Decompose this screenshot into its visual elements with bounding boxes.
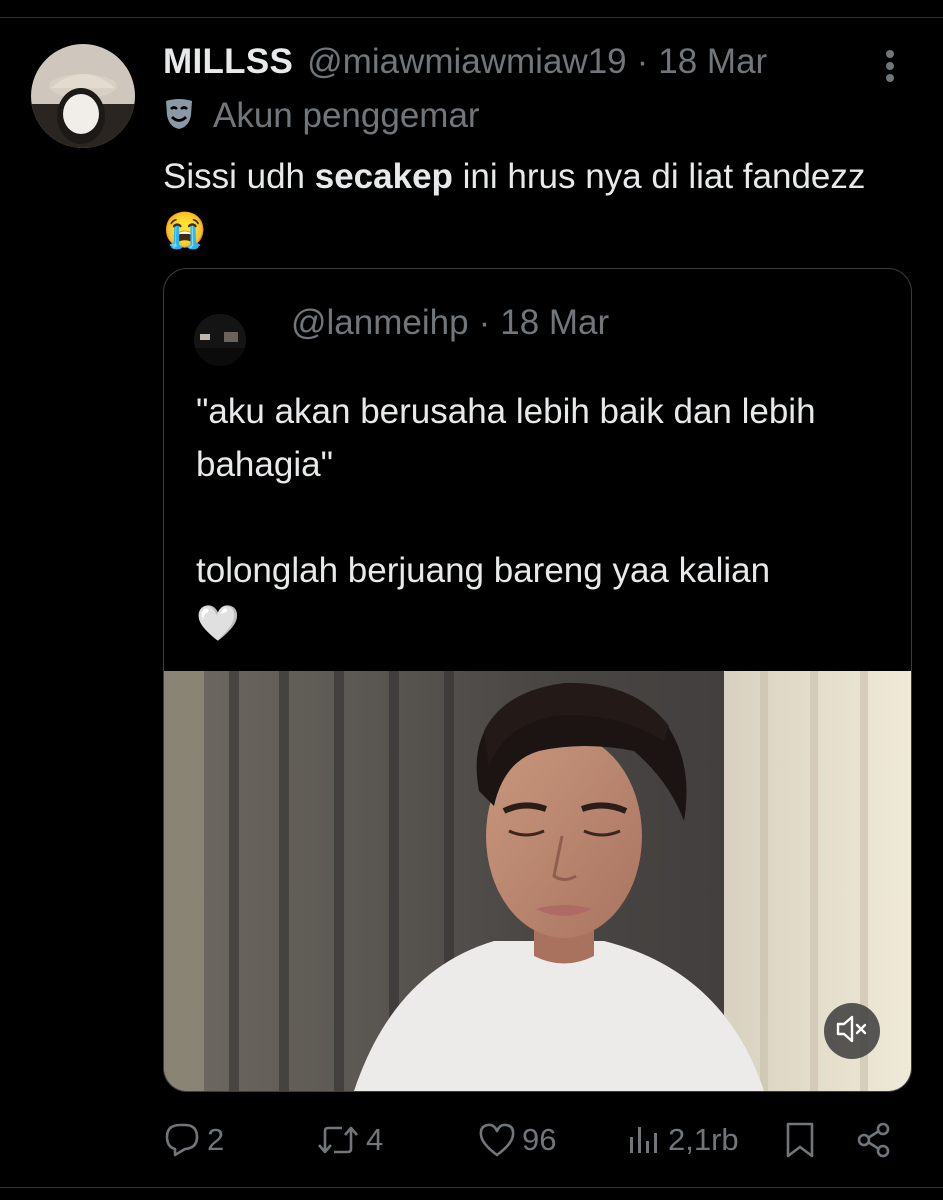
quoted-separator: · bbox=[478, 303, 491, 342]
quoted-tweet[interactable]: @lanmeihp · 18 Mar "aku akan berusaha le… bbox=[163, 268, 912, 1092]
author-handle[interactable]: @miawmiawmiaw19 bbox=[307, 42, 626, 82]
reply-count: 2 bbox=[207, 1122, 225, 1157]
top-divider bbox=[0, 17, 943, 18]
like-count: 96 bbox=[522, 1122, 557, 1157]
mute-button[interactable] bbox=[824, 1003, 880, 1059]
crying-emoji: 😭 bbox=[163, 211, 207, 250]
theater-mask-icon bbox=[163, 97, 195, 135]
quoted-text: "aku akan berusaha lebih baik dan lebih … bbox=[196, 385, 886, 650]
action-bar: 2 4 96 2,1rb bbox=[0, 1115, 943, 1165]
bottom-divider bbox=[0, 1187, 943, 1188]
views-icon bbox=[626, 1123, 662, 1157]
reply-icon bbox=[163, 1121, 201, 1159]
tweet-date[interactable]: 18 Mar bbox=[658, 42, 767, 82]
quoted-date[interactable]: 18 Mar bbox=[500, 303, 609, 343]
tweet-text: Sissi udh secakep ini hrus nya di liat f… bbox=[163, 150, 883, 258]
quoted-video[interactable] bbox=[164, 671, 911, 1091]
account-label: Akun penggemar bbox=[163, 96, 480, 136]
repost-icon bbox=[316, 1121, 360, 1159]
views-count: 2,1rb bbox=[668, 1122, 739, 1157]
quoted-author-avatar[interactable] bbox=[194, 314, 246, 366]
like-button[interactable]: 96 bbox=[478, 1115, 556, 1165]
views-button[interactable]: 2,1rb bbox=[626, 1115, 739, 1165]
bookmark-icon bbox=[784, 1121, 816, 1159]
bookmark-button[interactable] bbox=[784, 1115, 816, 1165]
account-label-text: Akun penggemar bbox=[213, 96, 480, 135]
quoted-text-line2-text: tolonglah berjuang bareng yaa kalian bbox=[196, 551, 771, 590]
reply-button[interactable]: 2 bbox=[163, 1115, 224, 1165]
speaker-muted-icon bbox=[835, 1014, 869, 1048]
share-icon bbox=[856, 1121, 892, 1159]
tweet-text-part1: Sissi udh bbox=[163, 157, 315, 196]
more-vertical-icon[interactable] bbox=[878, 46, 902, 86]
quoted-header: @lanmeihp · 18 Mar bbox=[291, 303, 609, 343]
tweet-text-part2: ini hrus nya di liat fandezz bbox=[452, 157, 866, 196]
quoted-text-line2: tolonglah berjuang bareng yaa kalian 🤍 bbox=[196, 544, 886, 650]
tweet-header: MILLSS @miawmiawmiaw19 · 18 Mar bbox=[163, 40, 767, 84]
author-name[interactable]: MILLSS bbox=[163, 42, 293, 82]
author-avatar[interactable] bbox=[31, 44, 135, 148]
tweet-text-bold: secakep bbox=[314, 157, 453, 196]
quoted-text-line1: "aku akan berusaha lebih baik dan lebih … bbox=[196, 392, 816, 484]
repost-button[interactable]: 4 bbox=[316, 1115, 383, 1165]
like-icon bbox=[478, 1122, 516, 1158]
white-heart-emoji: 🤍 bbox=[196, 604, 240, 643]
header-separator: · bbox=[636, 42, 649, 81]
repost-count: 4 bbox=[366, 1122, 384, 1157]
share-button[interactable] bbox=[856, 1115, 892, 1165]
quoted-handle[interactable]: @lanmeihp bbox=[291, 303, 469, 343]
